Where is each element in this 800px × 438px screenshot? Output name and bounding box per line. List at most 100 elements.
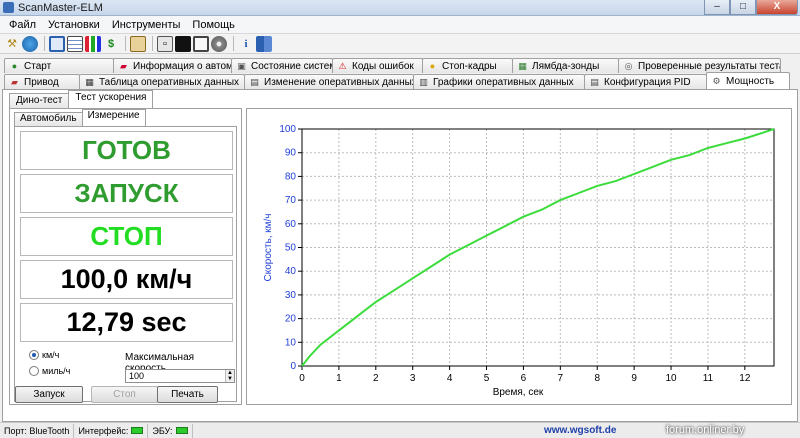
x-tick-label: 3 — [410, 373, 416, 384]
stop-indicator: СТОП — [20, 217, 233, 256]
dollar-icon[interactable]: $ — [103, 36, 119, 52]
acceleration-chart-panel: 0 1 2 3 4 5 6 7 8 9 10 11 12 0 10 20 30 40 50 60 70 80 90 100 Вр… — [246, 108, 792, 405]
interface-led-icon — [131, 427, 144, 434]
y-tick-label: 10 — [285, 337, 297, 348]
x-tick-label: 7 — [558, 373, 564, 384]
x-tick-label: 4 — [447, 373, 453, 384]
subtab-dyno-test[interactable]: Дино-тест — [9, 93, 70, 108]
minimize-button[interactable]: – — [704, 0, 730, 15]
globe-icon[interactable] — [22, 35, 38, 52]
ecu-led-icon — [175, 427, 188, 434]
tab-error-codes[interactable]: ⚠ Коды ошибок — [332, 58, 423, 73]
system-icon: ▣ — [237, 61, 246, 71]
launch-button[interactable]: Запуск — [15, 386, 83, 403]
y-tick-label: 0 — [290, 361, 296, 372]
tab-live-edit[interactable]: ▤ Изменение оперативных данных — [244, 74, 414, 89]
unit-mph-radio[interactable]: миль/ч — [29, 366, 70, 376]
monitor-icon[interactable] — [193, 35, 209, 52]
maximize-button[interactable]: □ — [730, 0, 756, 15]
tab-live-graphs[interactable]: ▥ Графики оперативных данных — [413, 74, 585, 89]
title-bar: ScanMaster-ELM – □ X — [0, 0, 800, 16]
ready-indicator: ГОТОВ — [20, 131, 233, 170]
max-speed-input[interactable]: 100 ▲ ▼ — [125, 369, 235, 383]
power-icon: ⚙ — [712, 76, 721, 86]
lambda-icon: ▦ — [518, 61, 527, 71]
x-tick-label: 8 — [594, 373, 600, 384]
y-axis-label: Скорость, км/ч — [263, 214, 274, 282]
website-link[interactable]: www.wgsoft.de — [544, 425, 616, 436]
y-tick-label: 30 — [285, 290, 297, 301]
x-tick-label: 0 — [299, 373, 305, 384]
speed-time-chart: 0 1 2 3 4 5 6 7 8 9 10 11 120102030405060708090100Вр… — [263, 124, 775, 398]
tab-power[interactable]: ⚙ Мощность — [706, 72, 790, 89]
y-tick-label: 80 — [285, 171, 297, 182]
tab-drive[interactable]: ▰ Привод — [4, 74, 80, 89]
y-tick-label: 50 — [285, 243, 297, 254]
speed-readout: 100,0 км/ч — [20, 260, 233, 299]
status-bar: Порт: BlueTooth Интерфейс: ЭБУ: www.wgso… — [0, 422, 800, 438]
y-tick-label: 70 — [285, 195, 297, 206]
innertab-vehicle[interactable]: Автомобиль — [14, 112, 83, 126]
clipboard-icon[interactable] — [130, 35, 146, 52]
car-info-icon: ▰ — [120, 61, 127, 71]
tab-freeze-frames[interactable]: ● Стоп-кадры — [422, 58, 513, 73]
info-icon[interactable]: i — [238, 36, 254, 52]
x-tick-label: 6 — [521, 373, 527, 384]
toolbar: ⚒ $ ▫ i — [0, 34, 800, 54]
tabs-row-1: ●Старт ▰Информация о автомобиле ▣Состоян… — [4, 58, 781, 73]
innertab-measurement[interactable]: Измерение — [81, 109, 146, 126]
pid-config-icon: ▤ — [590, 77, 599, 87]
tab-live-table[interactable]: ▦ Таблица оперативных данных — [79, 74, 245, 89]
spinner-arrows-icon[interactable]: ▲ ▼ — [225, 370, 234, 382]
forum-watermark: forum.onliner.by — [666, 424, 745, 436]
launch-indicator: ЗАПУСК — [20, 174, 233, 213]
live-graph-icon: ▥ — [419, 77, 428, 87]
y-tick-label: 100 — [279, 124, 296, 135]
bar-chart-icon[interactable] — [85, 35, 101, 52]
measurement-box: ГОТОВ ЗАПУСК СТОП 100,0 км/ч 12,79 sec к… — [14, 126, 237, 402]
terminal-icon[interactable] — [175, 35, 191, 52]
tab-system-status[interactable]: ▣Состояние системы — [231, 58, 333, 73]
tab-pid-config[interactable]: ▤ Конфигурация PID — [584, 74, 707, 89]
ecu-status: ЭБУ: — [148, 423, 193, 438]
x-tick-label: 10 — [665, 373, 677, 384]
tab-start[interactable]: ● Старт — [4, 58, 114, 73]
x-tick-label: 1 — [336, 373, 342, 384]
connect-icon[interactable]: ▫ — [157, 35, 173, 52]
time-readout: 12,79 sec — [20, 303, 233, 342]
drive-icon: ▰ — [11, 77, 18, 87]
interface-status: Интерфейс: — [74, 423, 149, 438]
y-tick-label: 40 — [285, 266, 297, 277]
live-table-icon: ▦ — [85, 77, 94, 87]
x-tick-label: 2 — [373, 373, 379, 384]
print-button[interactable]: Печать — [157, 386, 218, 403]
start-icon: ● — [11, 61, 18, 71]
test-results-icon: ◎ — [624, 61, 633, 71]
wrench-icon[interactable]: ⚒ — [4, 36, 20, 52]
tab-test-results[interactable]: ◎ Проверенные результаты теста — [618, 58, 781, 73]
menu-tools[interactable]: Инструменты — [106, 19, 187, 31]
menu-help[interactable]: Помощь — [186, 19, 241, 31]
x-axis-label: Время, сек — [493, 387, 544, 398]
book-icon[interactable] — [256, 35, 272, 52]
close-button[interactable]: X — [756, 0, 798, 15]
error-codes-icon: ⚠ — [338, 61, 347, 71]
x-tick-label: 11 — [703, 373, 714, 384]
window-title: ScanMaster-ELM — [18, 2, 103, 14]
freeze-frame-icon: ● — [429, 61, 436, 71]
y-tick-label: 90 — [285, 148, 297, 159]
x-tick-label: 5 — [484, 373, 490, 384]
unit-kmh-radio[interactable]: км/ч — [29, 350, 59, 360]
menu-file[interactable]: Файл — [3, 19, 42, 31]
tab-lambda-sensors[interactable]: ▦ Лямбда-зонды — [512, 58, 619, 73]
stop-button[interactable]: Стоп — [91, 386, 158, 403]
tab-vehicle-info[interactable]: ▰Информация о автомобиле — [113, 58, 232, 73]
menu-settings[interactable]: Установки — [42, 19, 106, 31]
menu-bar: Файл Установки Инструменты Помощь — [0, 16, 800, 34]
disc-icon[interactable] — [211, 35, 227, 52]
live-edit-icon: ▤ — [250, 77, 259, 87]
display-icon[interactable] — [49, 35, 65, 52]
app-icon — [3, 2, 14, 13]
subtab-acceleration-test[interactable]: Тест ускорения — [68, 90, 154, 108]
table-icon[interactable] — [67, 35, 83, 52]
